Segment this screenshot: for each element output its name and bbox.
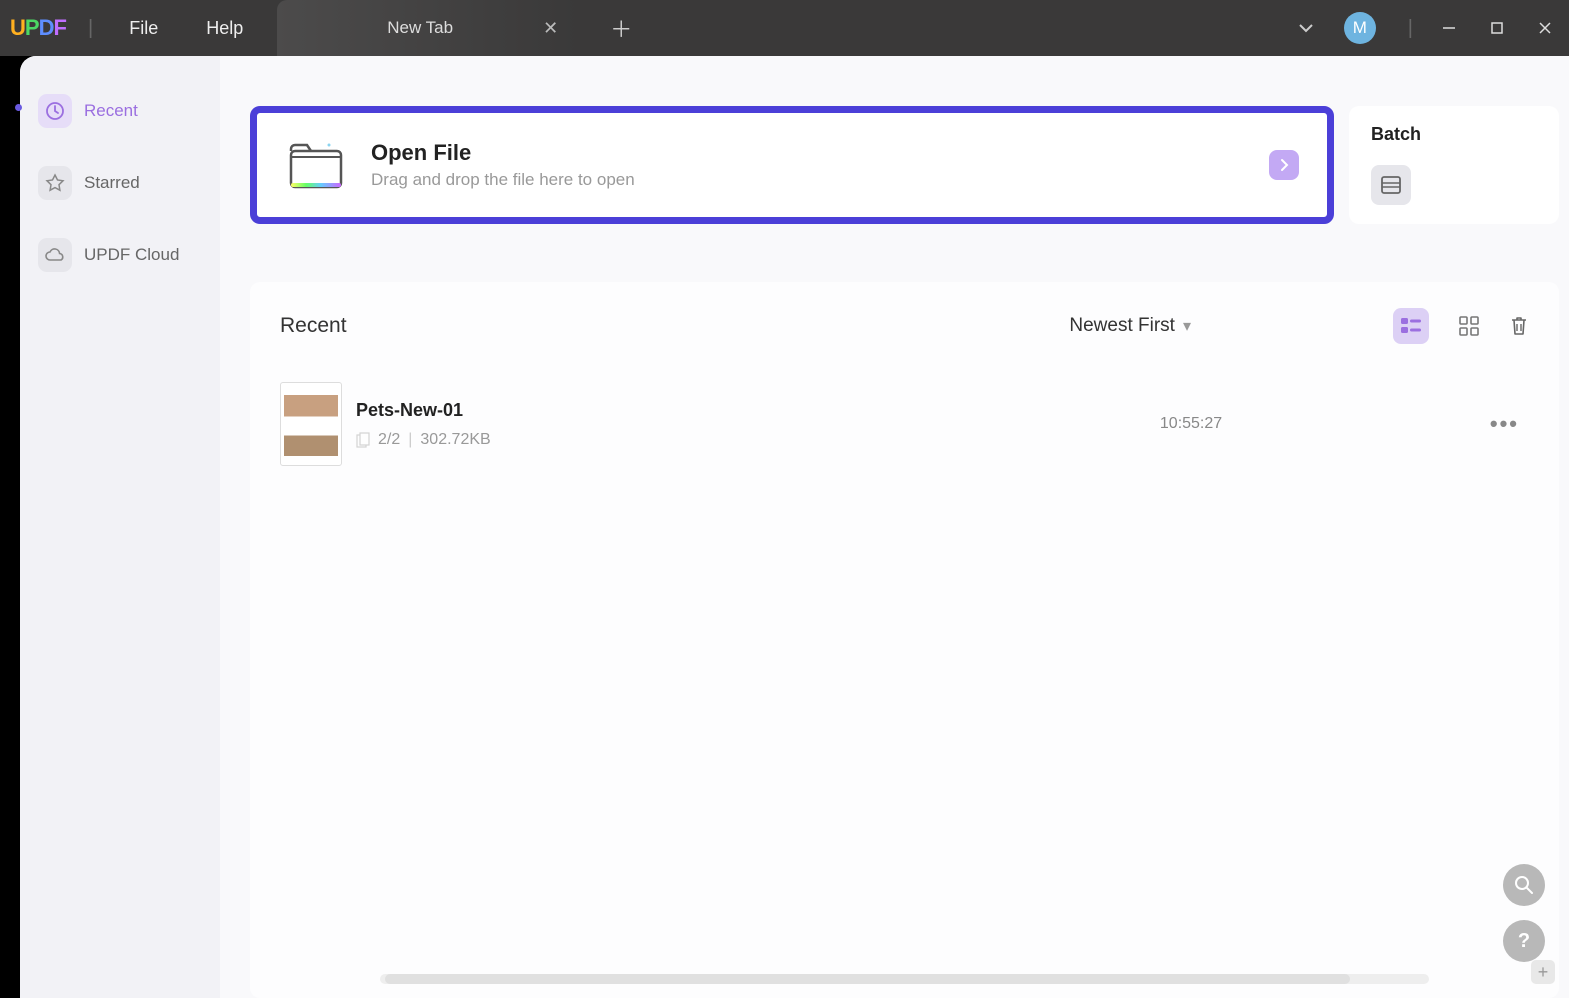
recent-panel: Recent Newest First ▾ <box>250 282 1559 998</box>
sidebar-label-starred: Starred <box>84 173 140 193</box>
search-fab[interactable] <box>1503 864 1545 906</box>
file-pages: 2/2 <box>378 431 400 449</box>
menu-help[interactable]: Help <box>182 18 267 39</box>
list-view-button[interactable] <box>1393 308 1429 344</box>
open-file-title: Open File <box>371 140 1269 166</box>
file-name: Pets-New-01 <box>356 400 1160 421</box>
open-file-card[interactable]: Open File Drag and drop the file here to… <box>250 106 1334 224</box>
sidebar-indicator-dot <box>15 104 22 111</box>
grid-view-button[interactable] <box>1451 308 1487 344</box>
file-time: 10:55:27 <box>1160 415 1490 433</box>
file-thumbnail <box>280 382 342 466</box>
app-logo: UPDF <box>0 15 76 41</box>
batch-card: Batch <box>1349 106 1559 224</box>
sidebar: Recent Starred UPDF Cloud <box>20 56 220 998</box>
clock-icon <box>38 94 72 128</box>
star-icon <box>38 166 72 200</box>
batch-title: Batch <box>1371 124 1537 145</box>
help-fab[interactable]: ? <box>1503 920 1545 962</box>
sidebar-item-starred[interactable]: Starred <box>20 158 220 208</box>
sidebar-item-recent[interactable]: Recent <box>20 86 220 136</box>
tab-label: New Tab <box>387 18 453 38</box>
minimize-button[interactable] <box>1425 0 1473 56</box>
file-row[interactable]: Pets-New-01 2/2 | 302.72KB 10:55:27 ••• <box>280 372 1529 476</box>
tab-new[interactable]: New Tab ✕ <box>277 0 578 56</box>
file-more-icon[interactable]: ••• <box>1490 411 1519 437</box>
batch-scanner-icon[interactable] <box>1371 165 1411 205</box>
tab-close-icon[interactable]: ✕ <box>543 18 558 39</box>
chevron-down-icon[interactable] <box>1296 18 1316 38</box>
meta-divider: | <box>408 431 412 449</box>
titlebar-separator-2: | <box>1408 17 1413 40</box>
file-size: 302.72KB <box>420 431 490 449</box>
sort-caret-icon[interactable]: ▾ <box>1183 316 1191 336</box>
sidebar-label-cloud: UPDF Cloud <box>84 245 179 265</box>
cloud-icon <box>38 238 72 272</box>
trash-icon[interactable] <box>1509 315 1529 337</box>
close-button[interactable] <box>1521 0 1569 56</box>
open-file-arrow-icon[interactable] <box>1269 150 1299 180</box>
maximize-button[interactable] <box>1473 0 1521 56</box>
recent-panel-title: Recent <box>280 314 347 338</box>
open-file-subtitle: Drag and drop the file here to open <box>371 170 1269 190</box>
main-content: Open File Drag and drop the file here to… <box>220 56 1569 998</box>
titlebar: UPDF | File Help New Tab ✕ ＋ M | <box>0 0 1569 56</box>
sidebar-label-recent: Recent <box>84 101 138 121</box>
titlebar-separator: | <box>88 17 93 40</box>
sidebar-item-cloud[interactable]: UPDF Cloud <box>20 230 220 280</box>
user-avatar[interactable]: M <box>1344 12 1376 44</box>
folder-icon <box>285 137 347 193</box>
new-tab-button[interactable]: ＋ <box>610 12 632 44</box>
sort-dropdown[interactable]: Newest First <box>1069 315 1175 337</box>
menu-file[interactable]: File <box>105 18 182 39</box>
pages-icon <box>356 432 370 448</box>
horizontal-scrollbar[interactable] <box>380 974 1429 984</box>
add-button[interactable]: + <box>1531 960 1555 984</box>
